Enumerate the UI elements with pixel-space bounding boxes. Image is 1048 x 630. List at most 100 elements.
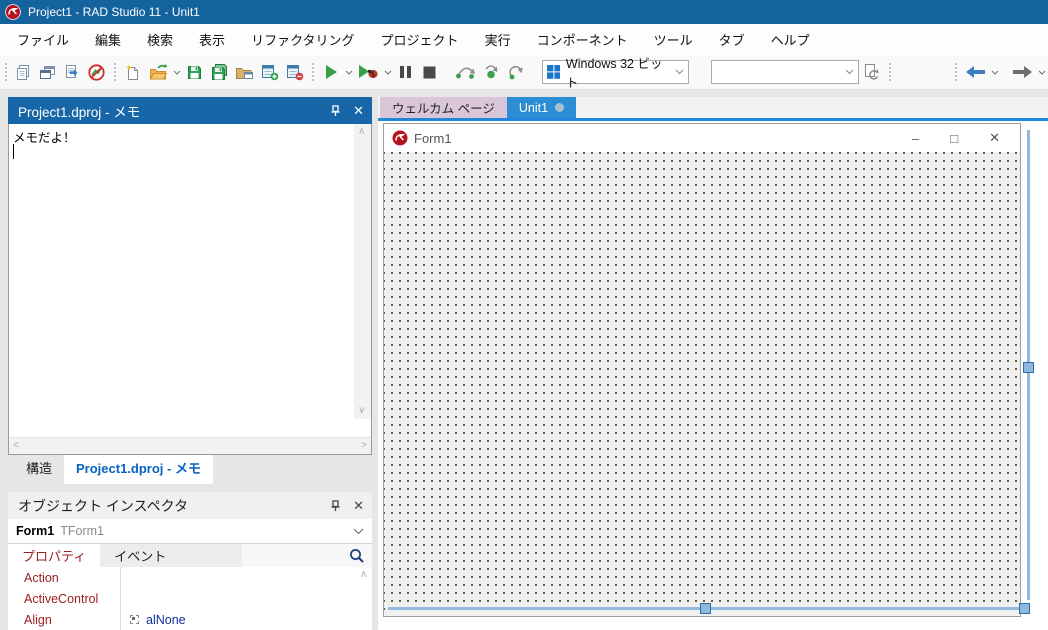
- menu-tabs[interactable]: タブ: [706, 25, 758, 54]
- align-none-icon: [130, 615, 139, 624]
- property-value-text: alNone: [146, 612, 186, 627]
- menu-file[interactable]: ファイル: [4, 25, 82, 54]
- column-divider[interactable]: [120, 567, 121, 630]
- property-row[interactable]: ActiveControl: [8, 588, 372, 609]
- resize-handle-right[interactable]: [1023, 362, 1034, 373]
- memo-vertical-scrollbar[interactable]: ∧ ∨: [354, 124, 371, 419]
- memo-panel-title: Project1.dproj - メモ: [18, 104, 141, 120]
- target-platform-select[interactable]: Windows 32 ビット: [541, 57, 690, 90]
- close-icon[interactable]: ✕: [353, 499, 364, 512]
- instance-name: Form1: [16, 524, 55, 538]
- save-all-icon[interactable]: [207, 59, 232, 85]
- memo-horizontal-scrollbar[interactable]: < >: [9, 437, 371, 454]
- refresh-file-icon[interactable]: [859, 59, 884, 85]
- chevron-down-icon: [839, 69, 854, 75]
- remove-from-project-icon[interactable]: [282, 59, 307, 85]
- resize-handle-corner[interactable]: [1019, 603, 1030, 614]
- toolbar-grip[interactable]: [309, 63, 316, 81]
- open-file-dropdown-chevron[interactable]: [171, 70, 183, 75]
- inspector-tabbar: プロパティ イベント: [8, 544, 372, 567]
- step-into-icon[interactable]: [479, 59, 503, 85]
- step-return-icon[interactable]: [503, 59, 528, 85]
- property-name: Action: [24, 570, 59, 585]
- scroll-up-icon[interactable]: ∧: [358, 127, 365, 137]
- pin-icon[interactable]: [330, 499, 341, 512]
- form-client-grid[interactable]: [384, 152, 1020, 616]
- menu-tools[interactable]: ツール: [641, 25, 706, 54]
- menu-project[interactable]: プロジェクト: [368, 25, 472, 54]
- menu-refactor[interactable]: リファクタリング: [238, 25, 367, 54]
- menu-search[interactable]: 検索: [134, 25, 186, 54]
- close-file-icon[interactable]: [232, 59, 257, 85]
- property-row[interactable]: Action: [8, 567, 372, 588]
- search-icon: [350, 549, 364, 563]
- tab-structure[interactable]: 構造: [14, 453, 64, 484]
- toolbar-grip[interactable]: [953, 63, 960, 81]
- form-caption: Form1: [414, 130, 452, 146]
- menu-run[interactable]: 実行: [472, 25, 524, 54]
- toolbar-grip[interactable]: [887, 63, 894, 81]
- window-title: Project1 - RAD Studio 11 - Unit1: [28, 5, 200, 19]
- run-dropdown-chevron[interactable]: [343, 70, 355, 75]
- scroll-left-icon[interactable]: <: [13, 441, 19, 451]
- memo-panel-header: Project1.dproj - メモ ✕: [8, 97, 372, 124]
- memo-editor[interactable]: メモだよ！ ∧ ∨ < >: [8, 124, 372, 455]
- object-inspector-title: オブジェクト インスペクタ: [18, 497, 189, 514]
- instance-type: TForm1: [60, 524, 104, 538]
- debug-run-button[interactable]: [355, 59, 382, 85]
- search-combobox[interactable]: [711, 60, 860, 84]
- property-row[interactable]: Align alNone: [8, 609, 372, 630]
- windows-logo-icon: [546, 65, 560, 79]
- add-to-project-icon[interactable]: [257, 59, 282, 85]
- toolbar-grip[interactable]: [111, 63, 118, 81]
- pause-button[interactable]: [394, 59, 418, 85]
- form-titlebar[interactable]: Form1 – □ ✕: [384, 124, 1020, 152]
- copy-icon[interactable]: [12, 59, 36, 85]
- tab-properties[interactable]: プロパティ: [8, 544, 101, 567]
- menu-component[interactable]: コンポーネント: [524, 25, 641, 54]
- close-icon[interactable]: ✕: [989, 130, 1000, 146]
- property-name: ActiveControl: [24, 591, 99, 606]
- text-caret: [13, 144, 14, 159]
- scroll-down-icon[interactable]: ∨: [358, 406, 365, 416]
- cascade-windows-icon[interactable]: [36, 59, 60, 85]
- navigate-back-button[interactable]: [962, 59, 989, 85]
- forward-dropdown-chevron[interactable]: [1036, 70, 1048, 75]
- run-button[interactable]: [319, 59, 343, 85]
- tab-memo[interactable]: Project1.dproj - メモ: [64, 453, 213, 484]
- tab-events[interactable]: イベント: [100, 544, 180, 567]
- form-designer-surface[interactable]: Form1 – □ ✕: [378, 121, 1048, 630]
- instance-selector[interactable]: Form1 TForm1: [8, 519, 372, 544]
- navigate-forward-button[interactable]: [1009, 59, 1036, 85]
- modified-indicator-dot: [555, 103, 565, 112]
- property-grid: Action ActiveControl Align alNone ∧: [8, 567, 372, 630]
- stop-button[interactable]: [418, 59, 442, 85]
- scroll-right-icon[interactable]: >: [361, 441, 367, 451]
- debug-run-dropdown-chevron[interactable]: [382, 70, 394, 75]
- tab-label: Unit1: [518, 100, 549, 115]
- pin-icon[interactable]: [330, 104, 341, 117]
- property-value: alNone: [120, 613, 186, 627]
- toolbar-grip[interactable]: [3, 63, 9, 81]
- new-file-icon[interactable]: [121, 59, 145, 85]
- tab-welcome-page[interactable]: ウェルカム ページ: [380, 97, 507, 118]
- grid-scrollbar[interactable]: ∧: [355, 567, 372, 630]
- tab-unit1[interactable]: Unit1: [506, 97, 577, 118]
- scroll-up-icon[interactable]: ∧: [360, 570, 367, 580]
- maximize-icon[interactable]: □: [950, 131, 958, 146]
- help-insight-off-icon[interactable]: [84, 59, 109, 85]
- paste-special-icon[interactable]: [60, 59, 84, 85]
- property-search-box[interactable]: [242, 544, 372, 567]
- save-icon[interactable]: [183, 59, 207, 85]
- open-file-icon[interactable]: [145, 59, 171, 85]
- back-dropdown-chevron[interactable]: [989, 70, 1001, 75]
- minimize-icon[interactable]: –: [912, 131, 919, 146]
- designed-form-window[interactable]: Form1 – □ ✕: [383, 123, 1021, 617]
- menu-help[interactable]: ヘルプ: [758, 25, 823, 54]
- step-over-icon[interactable]: [452, 59, 479, 85]
- menu-edit[interactable]: 編集: [82, 25, 134, 54]
- menu-view[interactable]: 表示: [186, 25, 238, 54]
- object-inspector-header: オブジェクト インスペクタ ✕: [8, 492, 372, 519]
- close-icon[interactable]: ✕: [353, 104, 364, 117]
- resize-handle-bottom[interactable]: [700, 603, 711, 614]
